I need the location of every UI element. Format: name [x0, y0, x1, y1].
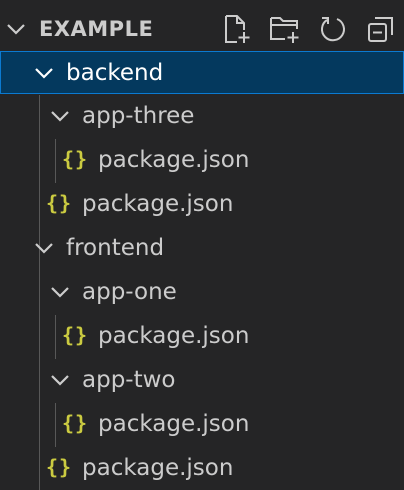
tree-item-label: app-three [82, 103, 195, 129]
tree-folder-app-two[interactable]: app-two [0, 358, 404, 402]
explorer-title: EXAMPLE [39, 17, 154, 41]
tree-file-package-json[interactable]: {} package.json [0, 138, 404, 182]
json-file-icon: {} [62, 147, 89, 171]
tree-item-label: app-two [82, 367, 176, 393]
json-file-icon: {} [46, 191, 73, 215]
new-file-button[interactable] [220, 12, 254, 46]
explorer-header[interactable]: EXAMPLE [0, 0, 404, 58]
tree-item-label: package.json [98, 411, 250, 437]
tree-file-package-json[interactable]: {} package.json [0, 402, 404, 446]
new-folder-button[interactable] [268, 12, 302, 46]
tree-item-label: package.json [82, 455, 234, 481]
json-file-icon: {} [62, 411, 89, 435]
chevron-down-icon[interactable] [32, 61, 56, 85]
new-folder-icon [270, 17, 299, 43]
collapse-all-icon [368, 17, 393, 42]
tree-item-label: package.json [98, 323, 250, 349]
refresh-button[interactable] [316, 12, 350, 46]
tree-folder-app-one[interactable]: app-one [0, 270, 404, 314]
chevron-down-icon[interactable] [4, 17, 28, 41]
chevron-down-icon[interactable] [48, 104, 72, 128]
tree-item-label: package.json [98, 147, 250, 173]
collapse-all-button[interactable] [364, 12, 398, 46]
explorer-panel: EXAMPLE backend app-three {} package.jso… [0, 0, 404, 490]
tree-item-label: backend [66, 60, 164, 86]
tree-item-label: app-one [82, 279, 177, 305]
file-tree: backend app-three {} package.json {} pac… [0, 51, 404, 490]
chevron-down-icon[interactable] [48, 368, 72, 392]
json-file-icon: {} [62, 323, 89, 347]
tree-file-package-json[interactable]: {} package.json [0, 314, 404, 358]
refresh-icon [320, 17, 345, 42]
chevron-down-icon[interactable] [48, 280, 72, 304]
new-file-icon [225, 15, 250, 43]
chevron-down-icon[interactable] [32, 236, 56, 260]
tree-item-label: frontend [66, 235, 165, 261]
tree-file-package-json[interactable]: {} package.json [0, 446, 404, 490]
explorer-actions [206, 12, 398, 46]
tree-folder-backend[interactable]: backend [0, 51, 404, 94]
tree-file-package-json[interactable]: {} package.json [0, 182, 404, 226]
tree-folder-frontend[interactable]: frontend [0, 226, 404, 270]
json-file-icon: {} [46, 455, 73, 479]
tree-folder-app-three[interactable]: app-three [0, 94, 404, 138]
tree-item-label: package.json [82, 191, 234, 217]
